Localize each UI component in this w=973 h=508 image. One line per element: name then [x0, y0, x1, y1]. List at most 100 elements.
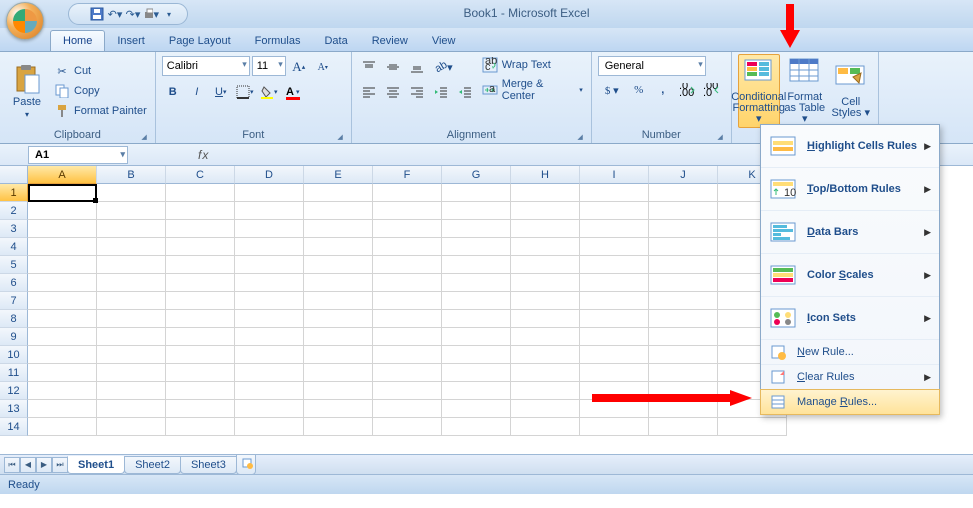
- tab-formulas[interactable]: Formulas: [243, 31, 313, 51]
- cell[interactable]: [442, 184, 511, 202]
- align-right-button[interactable]: [406, 81, 428, 103]
- cell[interactable]: [235, 346, 304, 364]
- cell[interactable]: [511, 418, 580, 436]
- cell[interactable]: [649, 238, 718, 256]
- cell[interactable]: [166, 346, 235, 364]
- cell[interactable]: [580, 310, 649, 328]
- cell[interactable]: [511, 274, 580, 292]
- wrap-text-button[interactable]: abcWrap Text: [480, 56, 585, 74]
- col-header[interactable]: E: [304, 166, 373, 184]
- cell[interactable]: [28, 292, 97, 310]
- cell[interactable]: [442, 310, 511, 328]
- sheet-next-button[interactable]: ▶: [36, 457, 52, 473]
- cell[interactable]: [442, 256, 511, 274]
- cell[interactable]: [649, 346, 718, 364]
- select-all-corner[interactable]: [0, 166, 28, 184]
- cell[interactable]: [511, 256, 580, 274]
- cell[interactable]: [235, 220, 304, 238]
- row-header[interactable]: 1: [0, 184, 28, 202]
- col-header[interactable]: B: [97, 166, 166, 184]
- row-header[interactable]: 3: [0, 220, 28, 238]
- cell[interactable]: [166, 220, 235, 238]
- col-header[interactable]: F: [373, 166, 442, 184]
- cell[interactable]: [649, 310, 718, 328]
- bold-button[interactable]: B: [162, 81, 184, 103]
- tab-home[interactable]: Home: [50, 30, 105, 51]
- row-header[interactable]: 10: [0, 346, 28, 364]
- align-top-button[interactable]: [358, 56, 380, 78]
- cell[interactable]: [28, 400, 97, 418]
- cell[interactable]: [580, 328, 649, 346]
- cell[interactable]: [580, 220, 649, 238]
- col-header[interactable]: G: [442, 166, 511, 184]
- cell[interactable]: [235, 238, 304, 256]
- col-header[interactable]: C: [166, 166, 235, 184]
- tab-pagelayout[interactable]: Page Layout: [157, 31, 243, 51]
- cell[interactable]: [304, 346, 373, 364]
- cell[interactable]: [511, 328, 580, 346]
- cell[interactable]: [373, 274, 442, 292]
- cell[interactable]: [442, 418, 511, 436]
- cell[interactable]: [373, 382, 442, 400]
- cell[interactable]: [373, 418, 442, 436]
- cell[interactable]: [304, 400, 373, 418]
- cell[interactable]: [580, 256, 649, 274]
- cell[interactable]: [511, 400, 580, 418]
- cell[interactable]: [166, 364, 235, 382]
- format-as-table-button[interactable]: Format as Table ▾: [784, 54, 826, 128]
- cell[interactable]: [28, 418, 97, 436]
- align-bottom-button[interactable]: [406, 56, 428, 78]
- cell[interactable]: [373, 202, 442, 220]
- cell[interactable]: [580, 238, 649, 256]
- cell[interactable]: [511, 382, 580, 400]
- cell[interactable]: [97, 346, 166, 364]
- sheet-tab-1[interactable]: Sheet1: [67, 456, 125, 474]
- cell[interactable]: [235, 274, 304, 292]
- cell[interactable]: [166, 274, 235, 292]
- tab-insert[interactable]: Insert: [105, 31, 157, 51]
- cell[interactable]: [28, 184, 97, 202]
- cell[interactable]: [373, 184, 442, 202]
- font-size-select[interactable]: 11: [252, 56, 286, 76]
- cell[interactable]: [166, 292, 235, 310]
- align-left-button[interactable]: [358, 81, 380, 103]
- tab-review[interactable]: Review: [360, 31, 420, 51]
- cell[interactable]: [442, 238, 511, 256]
- cell[interactable]: [28, 328, 97, 346]
- format-painter-button[interactable]: Format Painter: [52, 102, 149, 120]
- decrease-indent-button[interactable]: [430, 81, 452, 103]
- cell[interactable]: [166, 238, 235, 256]
- row-header[interactable]: 4: [0, 238, 28, 256]
- cell[interactable]: [235, 418, 304, 436]
- merge-center-button[interactable]: aMerge & Center▾: [480, 77, 585, 103]
- menu-new-rule[interactable]: New Rule...: [761, 340, 939, 365]
- tab-data[interactable]: Data: [312, 31, 359, 51]
- cell[interactable]: [28, 310, 97, 328]
- orientation-button[interactable]: ab▾: [430, 56, 458, 78]
- cell[interactable]: [511, 220, 580, 238]
- cell[interactable]: [97, 310, 166, 328]
- col-header[interactable]: H: [511, 166, 580, 184]
- cell[interactable]: [580, 382, 649, 400]
- cell[interactable]: [166, 202, 235, 220]
- cell[interactable]: [373, 238, 442, 256]
- cell[interactable]: [442, 382, 511, 400]
- cell[interactable]: [28, 256, 97, 274]
- cell[interactable]: [373, 256, 442, 274]
- cell[interactable]: [511, 202, 580, 220]
- fill-color-button[interactable]: ▾: [258, 81, 280, 103]
- cell[interactable]: [373, 364, 442, 382]
- comma-button[interactable]: ,: [652, 79, 674, 101]
- cell[interactable]: [28, 220, 97, 238]
- cell[interactable]: [97, 292, 166, 310]
- cell[interactable]: [235, 256, 304, 274]
- cell[interactable]: [580, 400, 649, 418]
- cell[interactable]: [511, 238, 580, 256]
- save-icon[interactable]: [89, 6, 105, 22]
- cell[interactable]: [442, 364, 511, 382]
- cell[interactable]: [442, 220, 511, 238]
- cell[interactable]: [373, 292, 442, 310]
- cell[interactable]: [97, 256, 166, 274]
- row-header[interactable]: 7: [0, 292, 28, 310]
- row-header[interactable]: 9: [0, 328, 28, 346]
